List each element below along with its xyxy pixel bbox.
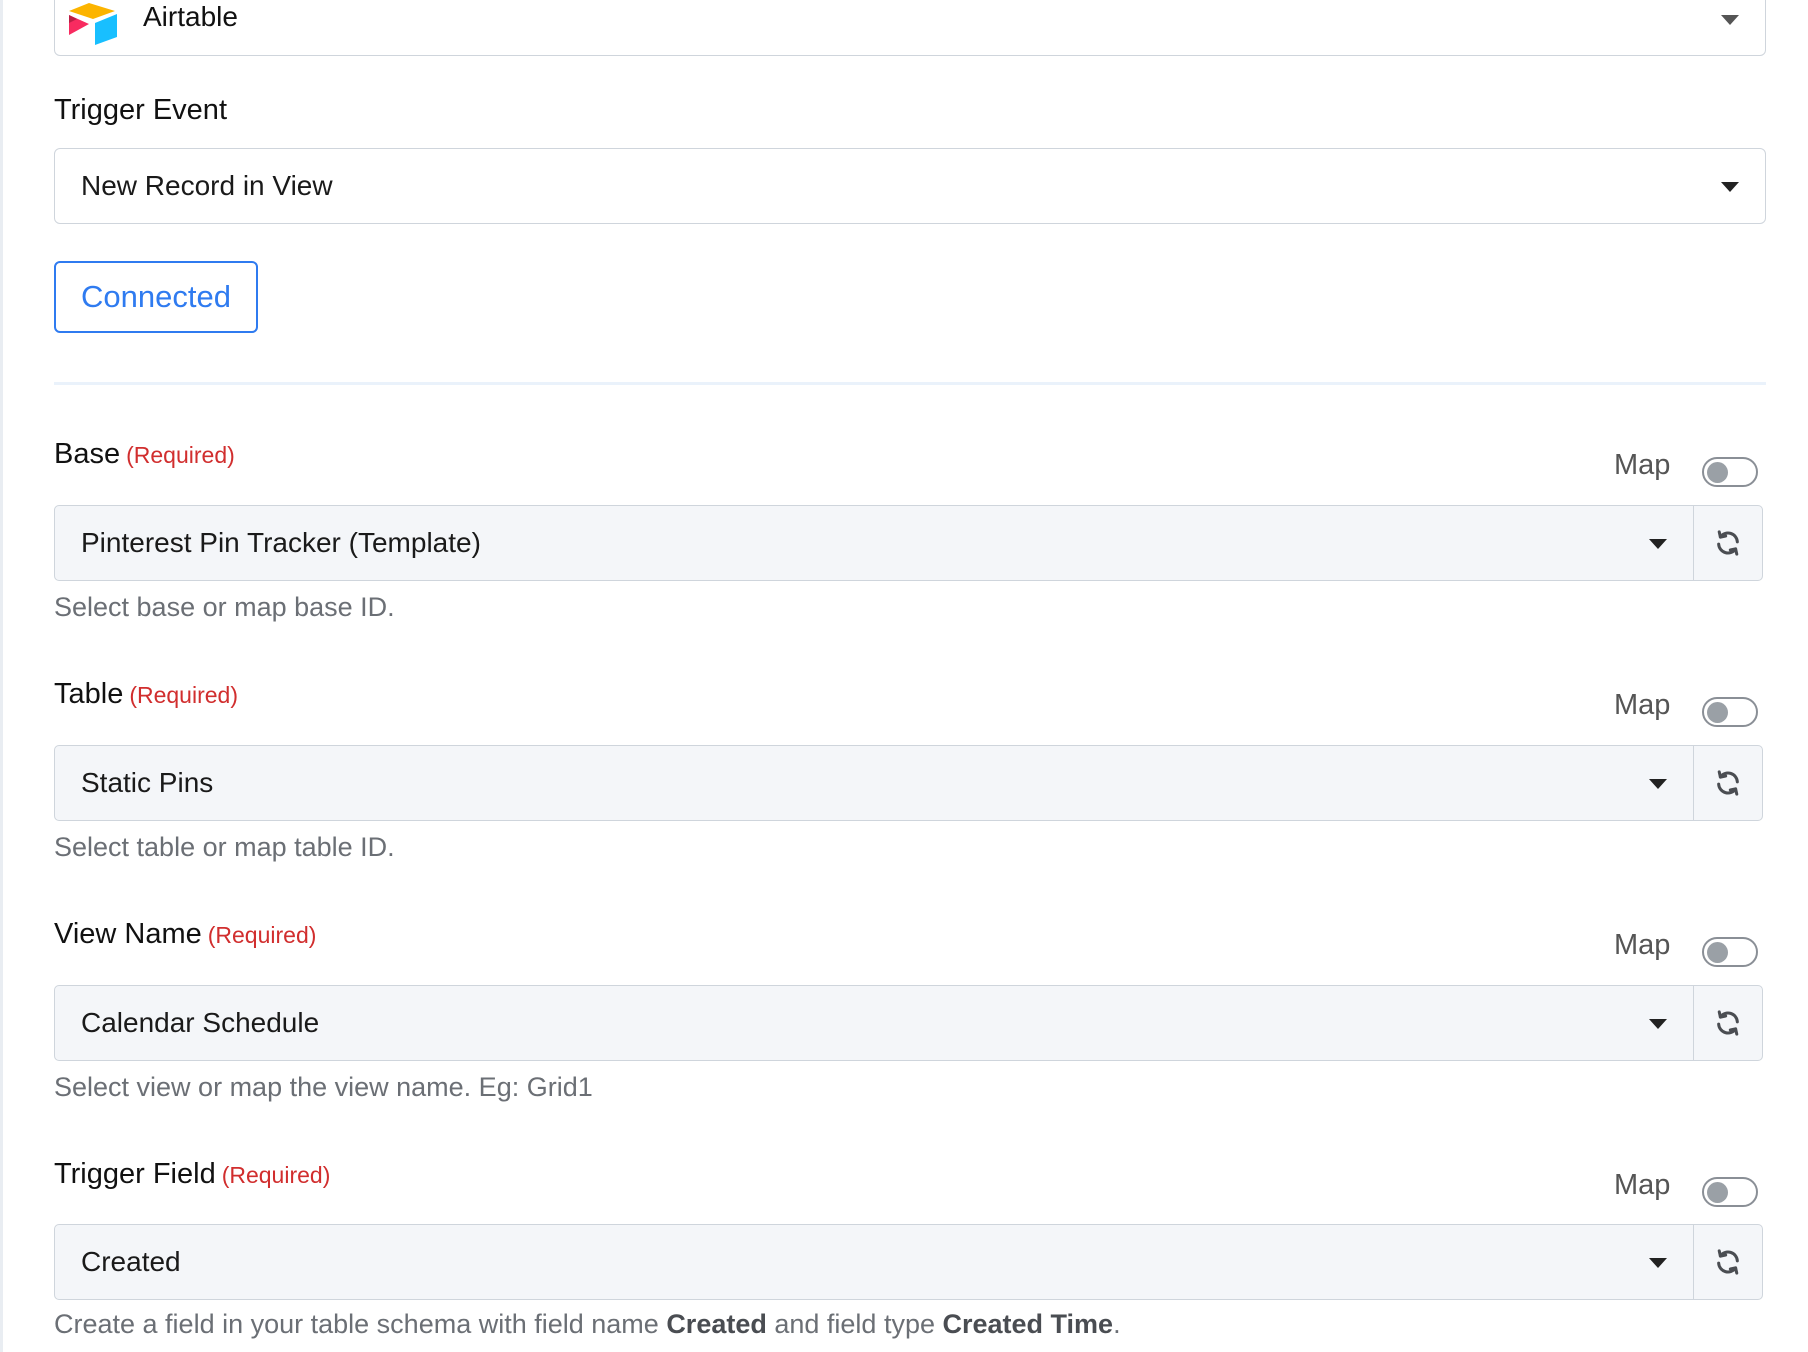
trigger-field-select-value: Created xyxy=(81,1246,181,1277)
connected-button[interactable]: Connected xyxy=(54,261,258,333)
view-name-map-toggle[interactable] xyxy=(1702,937,1758,967)
base-label-text: Base xyxy=(54,438,121,470)
trigger-field-help-text: Create a field in your table schema with… xyxy=(54,1309,1121,1340)
base-map-toggle[interactable] xyxy=(1702,457,1758,487)
table-map-label: Map xyxy=(1614,689,1671,721)
help-text-part: Create a field in your table schema with… xyxy=(54,1309,667,1339)
view-name-help-text: Select view or map the view name. Eg: Gr… xyxy=(54,1072,593,1102)
view-name-label-text: View Name xyxy=(54,918,202,950)
required-badge: (Required) xyxy=(129,682,238,708)
help-field-type: Created Time xyxy=(942,1309,1114,1339)
table-refresh-button[interactable] xyxy=(1693,745,1763,821)
trigger-field-refresh-button[interactable] xyxy=(1693,1224,1763,1300)
table-help-text: Select table or map table ID. xyxy=(54,832,395,862)
view-name-map-label: Map xyxy=(1614,929,1671,961)
base-select[interactable]: Pinterest Pin Tracker (Template) xyxy=(54,505,1694,581)
app-select[interactable]: Airtable xyxy=(54,0,1766,56)
app-select-value: Airtable xyxy=(143,1,238,32)
help-field-name: Created xyxy=(666,1309,767,1339)
help-text-part: . xyxy=(1113,1309,1121,1339)
view-name-select-value: Calendar Schedule xyxy=(81,1007,320,1038)
trigger-field-map-label: Map xyxy=(1614,1169,1671,1201)
base-map-label: Map xyxy=(1614,449,1671,481)
toggle-knob xyxy=(1707,1182,1728,1203)
required-badge: (Required) xyxy=(207,922,317,948)
table-label: Table (Required) xyxy=(54,678,238,711)
refresh-icon xyxy=(1717,1249,1739,1275)
trigger-field-label: Trigger Field (Required) xyxy=(54,1158,330,1191)
view-name-refresh-button[interactable] xyxy=(1693,985,1763,1061)
chevron-down-icon xyxy=(1721,15,1739,25)
chevron-down-icon xyxy=(1721,182,1739,192)
base-label: Base (Required) xyxy=(54,438,235,471)
chevron-down-icon xyxy=(1649,1019,1667,1029)
trigger-field-map-toggle[interactable] xyxy=(1702,1177,1758,1207)
toggle-knob xyxy=(1707,942,1728,963)
table-map-toggle[interactable] xyxy=(1702,697,1758,727)
left-border xyxy=(0,0,3,1352)
section-divider xyxy=(54,382,1766,385)
required-badge: (Required) xyxy=(126,442,235,468)
view-name-label: View Name (Required) xyxy=(54,918,316,951)
trigger-event-label: Trigger Event xyxy=(54,94,227,126)
trigger-event-value: New Record in View xyxy=(81,170,333,201)
chevron-down-icon xyxy=(1649,779,1667,789)
trigger-field-select[interactable]: Created xyxy=(54,1224,1694,1300)
required-badge: (Required) xyxy=(221,1162,331,1188)
base-help-text: Select base or map base ID. xyxy=(54,592,395,622)
trigger-field-label-text: Trigger Field xyxy=(54,1158,216,1190)
trigger-event-select[interactable]: New Record in View xyxy=(54,148,1766,224)
table-label-text: Table xyxy=(54,678,124,710)
airtable-logo-icon xyxy=(69,3,117,45)
base-refresh-button[interactable] xyxy=(1693,505,1763,581)
chevron-down-icon xyxy=(1649,1258,1667,1268)
view-name-select[interactable]: Calendar Schedule xyxy=(54,985,1694,1061)
table-select[interactable]: Static Pins xyxy=(54,745,1694,821)
base-select-value: Pinterest Pin Tracker (Template) xyxy=(81,527,481,558)
table-select-value: Static Pins xyxy=(81,767,214,798)
refresh-icon xyxy=(1717,770,1739,796)
toggle-knob xyxy=(1707,702,1728,723)
refresh-icon xyxy=(1717,530,1739,556)
toggle-knob xyxy=(1707,462,1728,483)
chevron-down-icon xyxy=(1649,539,1667,549)
help-text-part: and field type xyxy=(766,1309,943,1339)
refresh-icon xyxy=(1717,1010,1739,1036)
